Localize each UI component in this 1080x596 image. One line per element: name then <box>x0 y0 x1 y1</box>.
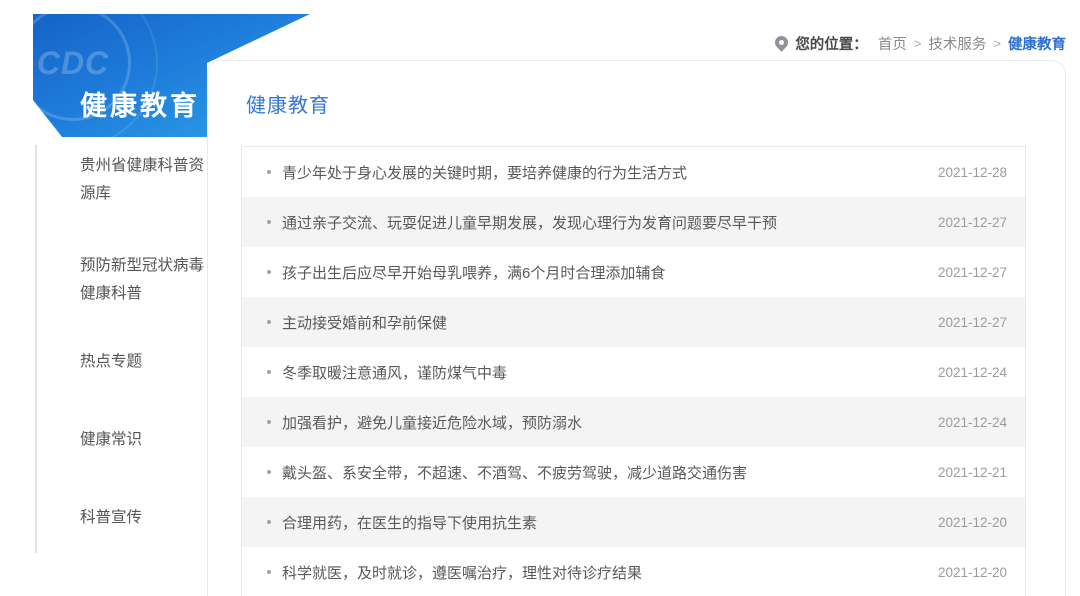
content-panel: 健康教育 青少年处于身心发展的关键时期，要培养健康的行为生活方式 2021-12… <box>207 60 1066 596</box>
bullet-icon <box>267 370 271 374</box>
article-title-link[interactable]: 合理用药，在医生的指导下使用抗生素 <box>282 512 918 533</box>
location-pin-icon <box>773 33 791 51</box>
bullet-icon <box>267 470 271 474</box>
article-date: 2021-12-27 <box>938 315 1007 330</box>
bullet-icon <box>267 220 271 224</box>
article-date: 2021-12-28 <box>938 165 1007 180</box>
breadcrumb-current-page[interactable]: 健康教育 <box>1008 33 1066 54</box>
article-title-link[interactable]: 戴头盔、系安全带，不超速、不酒驾、不疲劳驾驶，减少道路交通伤害 <box>282 462 918 483</box>
article-row[interactable]: 主动接受婚前和孕前保健 2021-12-27 <box>242 297 1025 347</box>
bullet-icon <box>267 420 271 424</box>
sidebar-item-hot-topics[interactable]: 热点专题 <box>80 348 212 376</box>
article-date: 2021-12-24 <box>938 365 1007 380</box>
article-title-link[interactable]: 加强看护，避免儿童接近危险水域，预防溺水 <box>282 412 918 433</box>
article-date: 2021-12-21 <box>938 465 1007 480</box>
article-row[interactable]: 科学就医，及时就诊，遵医嘱治疗，理性对待诊疗结果 2021-12-20 <box>242 547 1025 596</box>
article-title-link[interactable]: 科学就医，及时就诊，遵医嘱治疗，理性对待诊疗结果 <box>282 562 918 583</box>
sidebar-item-covid-prevention-science[interactable]: 预防新型冠状病毒健康科普 <box>80 252 212 308</box>
sidebar-divider-line <box>35 145 37 553</box>
article-row[interactable]: 合理用药，在医生的指导下使用抗生素 2021-12-20 <box>242 497 1025 547</box>
breadcrumb-tech-services-link[interactable]: 技术服务 <box>928 33 986 54</box>
article-list: 青少年处于身心发展的关键时期，要培养健康的行为生活方式 2021-12-28 通… <box>241 146 1026 596</box>
bullet-icon <box>267 170 271 174</box>
article-title-link[interactable]: 青少年处于身心发展的关键时期，要培养健康的行为生活方式 <box>282 162 918 183</box>
cdc-logo-text: CDC <box>37 45 109 82</box>
article-row[interactable]: 青少年处于身心发展的关键时期，要培养健康的行为生活方式 2021-12-28 <box>242 147 1025 197</box>
banner-title: 健康教育 <box>80 84 200 123</box>
bullet-icon <box>267 270 271 274</box>
bullet-icon <box>267 520 271 524</box>
article-row[interactable]: 冬季取暖注意通风，谨防煤气中毒 2021-12-24 <box>242 347 1025 397</box>
bullet-icon <box>267 320 271 324</box>
article-title-link[interactable]: 孩子出生后应尽早开始母乳喂养，满6个月时合理添加辅食 <box>282 262 918 283</box>
article-date: 2021-12-20 <box>938 565 1007 580</box>
article-date: 2021-12-27 <box>938 265 1007 280</box>
article-title-link[interactable]: 通过亲子交流、玩耍促进儿童早期发展，发现心理行为发育问题要尽早干预 <box>282 212 918 233</box>
breadcrumb-label: 您的位置： <box>795 33 868 54</box>
sidebar-menu: 贵州省健康科普资源库 预防新型冠状病毒健康科普 热点专题 健康常识 科普宣传 <box>80 152 212 532</box>
page-title: 健康教育 <box>246 89 330 118</box>
breadcrumb-home-link[interactable]: 首页 <box>878 33 907 54</box>
article-date: 2021-12-27 <box>938 215 1007 230</box>
article-row[interactable]: 戴头盔、系安全带，不超速、不酒驾、不疲劳驾驶，减少道路交通伤害 2021-12-… <box>242 447 1025 497</box>
article-title-link[interactable]: 冬季取暖注意通风，谨防煤气中毒 <box>282 362 918 383</box>
article-row[interactable]: 孩子出生后应尽早开始母乳喂养，满6个月时合理添加辅食 2021-12-27 <box>242 247 1025 297</box>
article-date: 2021-12-24 <box>938 415 1007 430</box>
breadcrumb-separator: > <box>993 36 1001 51</box>
sidebar-item-health-science-resource-library[interactable]: 贵州省健康科普资源库 <box>80 152 212 208</box>
bullet-icon <box>267 570 271 574</box>
breadcrumb: 您的位置： 首页 > 技术服务 > 健康教育 <box>775 33 1066 54</box>
breadcrumb-separator: > <box>914 36 922 51</box>
article-row[interactable]: 加强看护，避免儿童接近危险水域，预防溺水 2021-12-24 <box>242 397 1025 447</box>
sidebar-item-health-knowledge[interactable]: 健康常识 <box>80 426 212 454</box>
sidebar-item-science-publicity[interactable]: 科普宣传 <box>80 504 212 532</box>
article-title-link[interactable]: 主动接受婚前和孕前保健 <box>282 312 918 333</box>
article-row[interactable]: 通过亲子交流、玩耍促进儿童早期发展，发现心理行为发育问题要尽早干预 2021-1… <box>242 197 1025 247</box>
article-date: 2021-12-20 <box>938 515 1007 530</box>
